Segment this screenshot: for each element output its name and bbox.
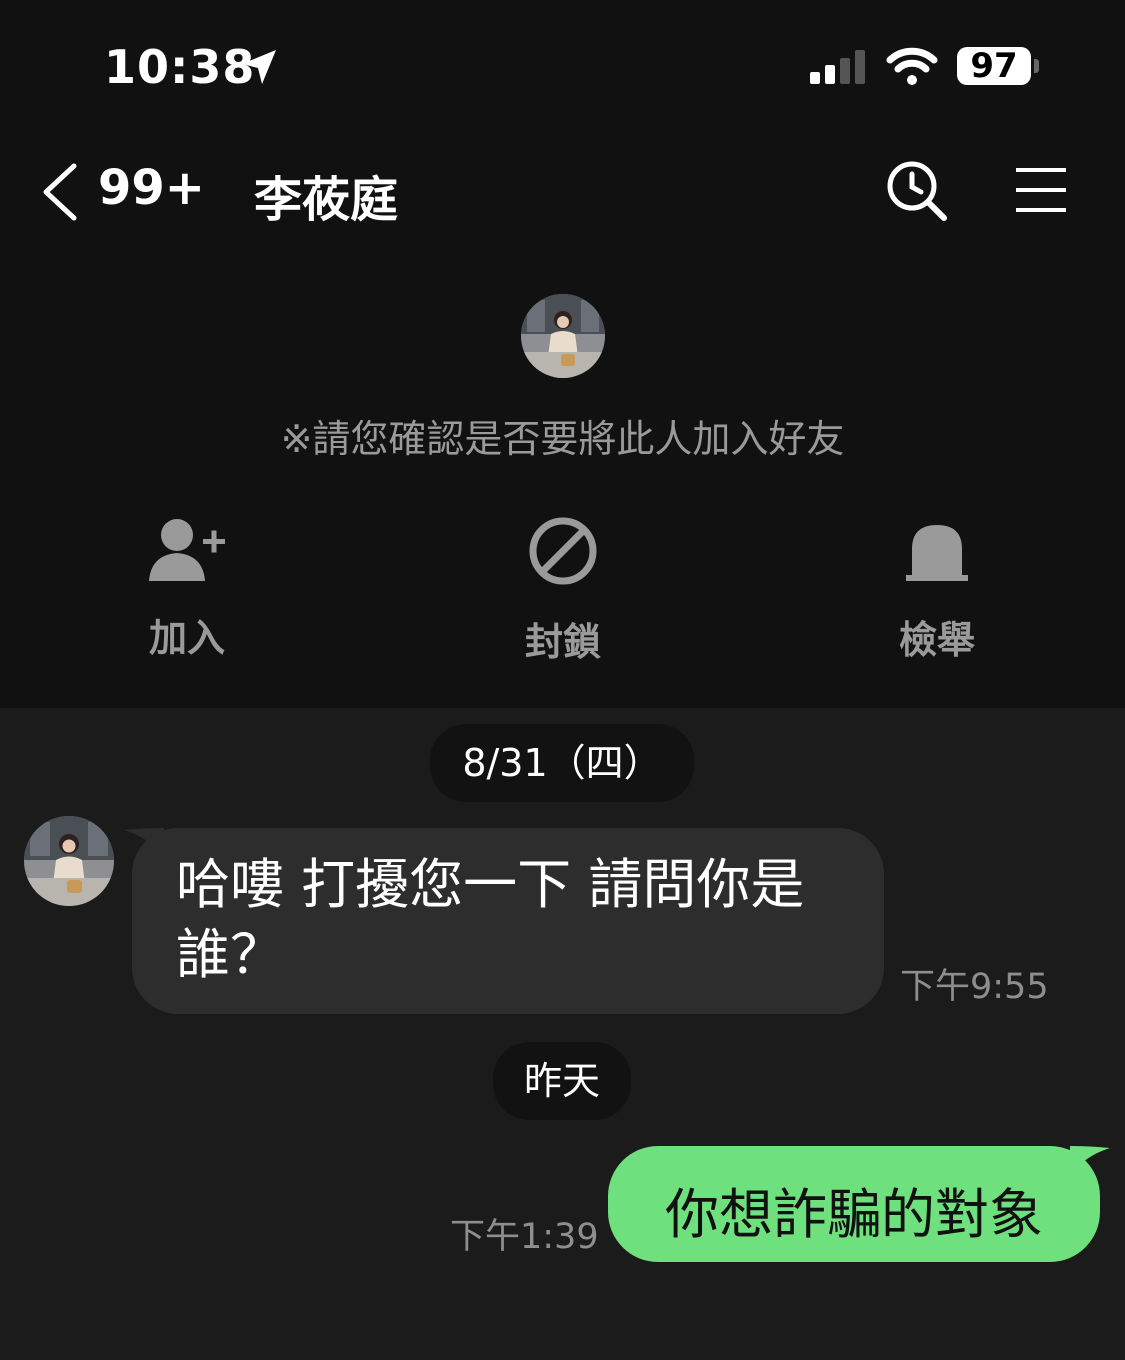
back-chevron-icon[interactable] bbox=[40, 162, 80, 222]
unread-count[interactable]: 99+ bbox=[98, 160, 205, 216]
status-time: 10:38 bbox=[104, 40, 256, 94]
block-label: 封鎖 bbox=[524, 620, 601, 664]
date-separator: 8/31（四） bbox=[430, 724, 694, 802]
battery-indicator: 97 bbox=[957, 47, 1031, 85]
battery-tip bbox=[1034, 59, 1039, 73]
contact-name: 李莜庭 bbox=[254, 172, 399, 228]
add-friend-label: 加入 bbox=[148, 616, 225, 660]
report-icon bbox=[906, 525, 968, 581]
contact-avatar[interactable] bbox=[521, 294, 605, 378]
location-arrow-icon bbox=[242, 50, 276, 84]
date-separator: 昨天 bbox=[493, 1042, 631, 1120]
cellular-signal-icon bbox=[810, 50, 865, 84]
outgoing-message-text: 你想詐騙的對象 bbox=[665, 1183, 1043, 1246]
incoming-message-text: 哈嘍 打擾您一下 請問你是誰？ bbox=[176, 853, 805, 986]
message-timestamp: 下午1:39 bbox=[450, 1217, 599, 1257]
add-friend-button[interactable]: 加入 bbox=[87, 515, 287, 662]
add-friend-icon bbox=[149, 519, 225, 581]
wifi-icon bbox=[886, 47, 938, 85]
add-friend-notice: ※請您確認是否要將此人加入好友 bbox=[280, 417, 845, 461]
search-history-icon[interactable] bbox=[886, 160, 948, 222]
block-icon bbox=[529, 517, 597, 585]
menu-icon[interactable] bbox=[1016, 166, 1066, 214]
report-label: 檢舉 bbox=[898, 618, 975, 662]
report-button[interactable]: 檢舉 bbox=[837, 515, 1037, 664]
message-timestamp: 下午9:55 bbox=[900, 967, 1049, 1007]
block-button[interactable]: 封鎖 bbox=[463, 515, 663, 666]
sender-avatar[interactable] bbox=[24, 816, 114, 906]
